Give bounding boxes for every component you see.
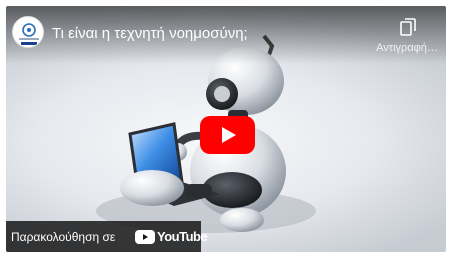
play-button[interactable] (200, 116, 255, 154)
youtube-play-icon (135, 230, 155, 244)
watch-on-youtube-button[interactable]: Παρακολούθηση σε YouTube (6, 221, 208, 252)
channel-avatar[interactable] (12, 16, 44, 48)
youtube-logo-icon: YouTube (135, 229, 208, 245)
copy-icon (400, 18, 416, 36)
robot-leg-joint (186, 184, 212, 198)
robot-foot-right (220, 208, 264, 232)
watch-on-label: Παρακολούθηση σε (11, 230, 116, 244)
robot-ear-ring (214, 86, 230, 102)
video-player[interactable]: Τι είναι η τεχνητή νοημοσύνη; Αντιγραφή…… (6, 6, 446, 252)
youtube-wordmark: YouTube (157, 229, 208, 244)
copy-link-label: Αντιγραφή… (376, 42, 438, 54)
copy-link-button[interactable]: Αντιγραφή… (374, 18, 440, 60)
video-title[interactable]: Τι είναι η τεχνητή νοημοσύνη; (52, 25, 382, 43)
robot-foot-left (120, 170, 184, 206)
